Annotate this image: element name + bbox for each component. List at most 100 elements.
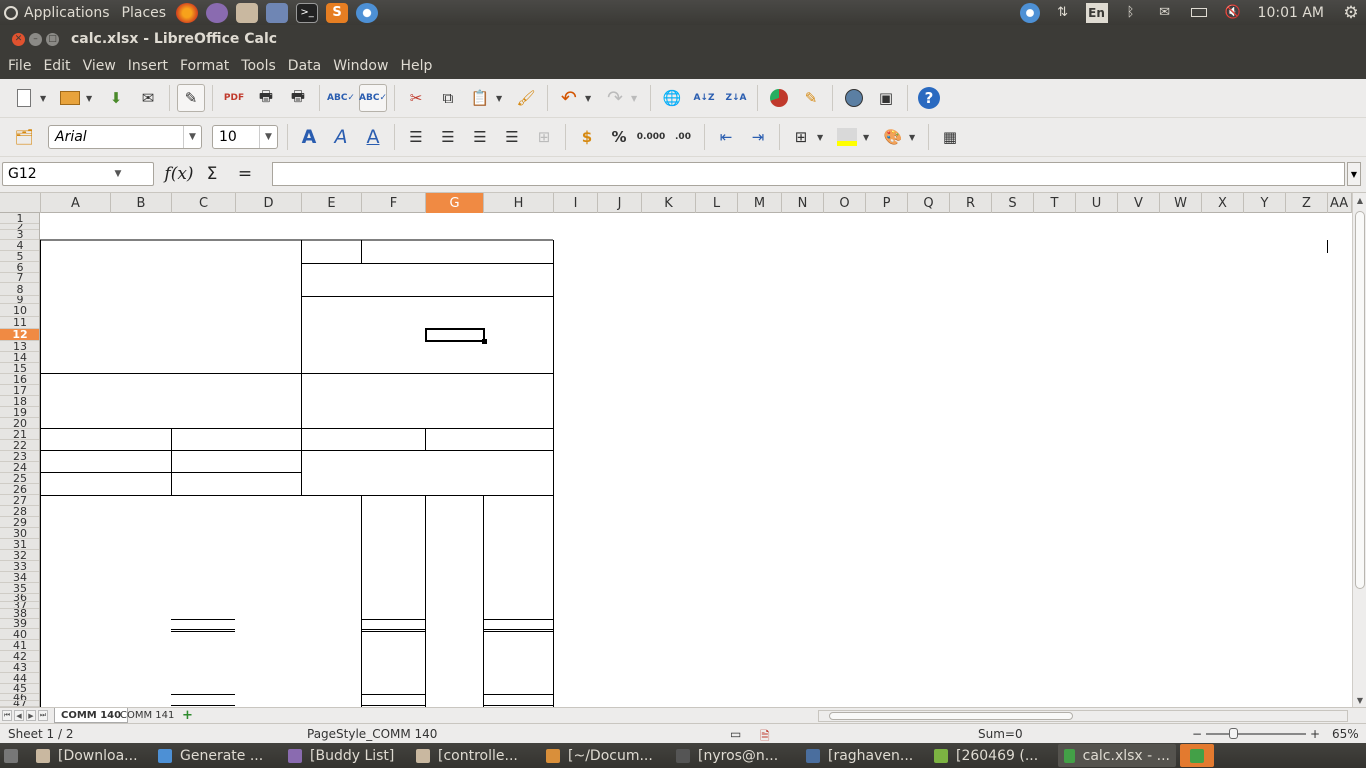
- row-header[interactable]: 42: [0, 651, 39, 662]
- col-header[interactable]: F: [362, 193, 426, 213]
- row-header[interactable]: 43: [0, 662, 39, 673]
- page-style[interactable]: PageStyle_COMM 140: [307, 727, 437, 741]
- font-color-dropdown-icon[interactable]: ▼: [909, 133, 919, 142]
- undo-icon[interactable]: ↶: [555, 84, 583, 112]
- print-icon[interactable]: 🖶: [252, 84, 280, 112]
- underline-icon[interactable]: A: [359, 123, 387, 151]
- col-header[interactable]: W: [1160, 193, 1202, 213]
- row-header[interactable]: 5: [0, 251, 39, 262]
- row-header[interactable]: 30: [0, 528, 39, 539]
- places-menu[interactable]: Places: [116, 5, 173, 21]
- row-header[interactable]: 33: [0, 561, 39, 572]
- styles-formatting-icon[interactable]: 🗂: [10, 123, 38, 151]
- col-header[interactable]: H: [484, 193, 554, 213]
- col-header[interactable]: V: [1118, 193, 1160, 213]
- col-header[interactable]: D: [236, 193, 302, 213]
- col-header[interactable]: AA: [1328, 193, 1352, 213]
- row-header[interactable]: 16: [0, 374, 39, 385]
- redo-icon[interactable]: ↷: [601, 84, 629, 112]
- row-header[interactable]: 18: [0, 396, 39, 407]
- horizontal-scrollbar[interactable]: [818, 710, 1348, 722]
- print-preview-icon[interactable]: 🖶: [284, 84, 312, 112]
- menu-file[interactable]: File: [2, 58, 37, 74]
- row-header[interactable]: 36: [0, 594, 39, 602]
- vertical-scrollbar[interactable]: ▲ ▼: [1352, 193, 1366, 707]
- row-header[interactable]: 46: [0, 694, 39, 701]
- row-header[interactable]: 25: [0, 473, 39, 484]
- bluetooth-icon[interactable]: ᛒ: [1120, 3, 1142, 23]
- taskbar-item[interactable]: [~/Docum...: [540, 744, 666, 767]
- zoom-in-icon[interactable]: +: [1310, 727, 1320, 741]
- row-header[interactable]: 38: [0, 609, 39, 619]
- fill-handle[interactable]: [482, 339, 487, 344]
- hyperlink-icon[interactable]: 🌐: [658, 84, 686, 112]
- increase-indent-icon[interactable]: ⇥: [744, 123, 772, 151]
- sum-icon[interactable]: Σ: [199, 163, 225, 185]
- add-sheet-icon[interactable]: +: [176, 708, 199, 723]
- chromium-icon[interactable]: [356, 2, 379, 23]
- percent-format-icon[interactable]: %: [605, 123, 633, 151]
- row-header[interactable]: 44: [0, 673, 39, 684]
- row-header[interactable]: 9: [0, 296, 39, 304]
- font-size-combo[interactable]: 10 ▼: [212, 125, 278, 149]
- menu-insert[interactable]: Insert: [122, 58, 174, 74]
- firefox-icon[interactable]: [176, 2, 199, 23]
- col-header[interactable]: Y: [1244, 193, 1286, 213]
- col-header[interactable]: X: [1202, 193, 1244, 213]
- cut-icon[interactable]: ✂: [402, 84, 430, 112]
- chevron-down-icon[interactable]: ▼: [259, 126, 277, 148]
- ubuntu-logo-icon[interactable]: [4, 5, 18, 20]
- network-updown-icon[interactable]: ⇅: [1052, 3, 1074, 23]
- menu-view[interactable]: View: [77, 58, 122, 74]
- menu-data[interactable]: Data: [282, 58, 327, 74]
- col-header[interactable]: K: [642, 193, 696, 213]
- row-header[interactable]: 29: [0, 517, 39, 528]
- cell-grid[interactable]: [40, 213, 1352, 707]
- col-header[interactable]: T: [1034, 193, 1076, 213]
- row-header[interactable]: 4: [0, 240, 39, 251]
- applications-menu[interactable]: Applications: [18, 5, 116, 21]
- zoom-out-icon[interactable]: −: [1192, 727, 1202, 741]
- export-pdf-icon[interactable]: PDF: [220, 84, 248, 112]
- row-header[interactable]: 15: [0, 363, 39, 374]
- row-header[interactable]: 22: [0, 440, 39, 451]
- undo-dropdown-icon[interactable]: ▼: [585, 94, 595, 103]
- new-document-icon[interactable]: [10, 84, 38, 112]
- clone-formatting-icon[interactable]: 🖌: [512, 84, 540, 112]
- zoom-level[interactable]: 65%: [1332, 727, 1359, 741]
- col-header[interactable]: Q: [908, 193, 950, 213]
- row-header[interactable]: 40: [0, 629, 39, 640]
- background-dropdown-icon[interactable]: ▼: [863, 133, 873, 142]
- autospellcheck-icon[interactable]: ABC✓: [359, 84, 387, 112]
- menu-window[interactable]: Window: [327, 58, 394, 74]
- gear-icon[interactable]: ⚙: [1340, 3, 1362, 23]
- row-header[interactable]: 26: [0, 484, 39, 495]
- paste-icon[interactable]: 📋: [466, 84, 494, 112]
- currency-format-icon[interactable]: $: [573, 123, 601, 151]
- chromium-indicator-icon[interactable]: [1019, 2, 1040, 23]
- row-header[interactable]: 24: [0, 462, 39, 473]
- edit-file-icon[interactable]: ✎: [177, 84, 205, 112]
- row-header[interactable]: 21: [0, 429, 39, 440]
- col-header[interactable]: R: [950, 193, 992, 213]
- borders-icon[interactable]: ⊞: [787, 123, 815, 151]
- function-wizard-icon[interactable]: f(x): [164, 163, 193, 185]
- col-header[interactable]: Z: [1286, 193, 1328, 213]
- col-header[interactable]: L: [696, 193, 738, 213]
- paste-dropdown-icon[interactable]: ▼: [496, 94, 506, 103]
- col-header[interactable]: M: [738, 193, 782, 213]
- font-color-icon[interactable]: 🎨: [879, 123, 907, 151]
- background-color-icon[interactable]: [833, 123, 861, 151]
- col-header[interactable]: S: [992, 193, 1034, 213]
- pidgin-icon[interactable]: [206, 2, 229, 23]
- row-header[interactable]: 27: [0, 495, 39, 506]
- row-header[interactable]: 23: [0, 451, 39, 462]
- file-manager-icon[interactable]: [236, 2, 259, 23]
- col-header[interactable]: J: [598, 193, 642, 213]
- sort-descending-icon[interactable]: Z↓A: [722, 84, 750, 112]
- bold-icon[interactable]: A: [295, 123, 323, 151]
- taskbar-item-active[interactable]: calc.xlsx - ...: [1058, 744, 1176, 767]
- align-left-icon[interactable]: ☰: [402, 123, 430, 151]
- network-tool-icon[interactable]: [266, 2, 289, 23]
- menu-tools[interactable]: Tools: [235, 58, 282, 74]
